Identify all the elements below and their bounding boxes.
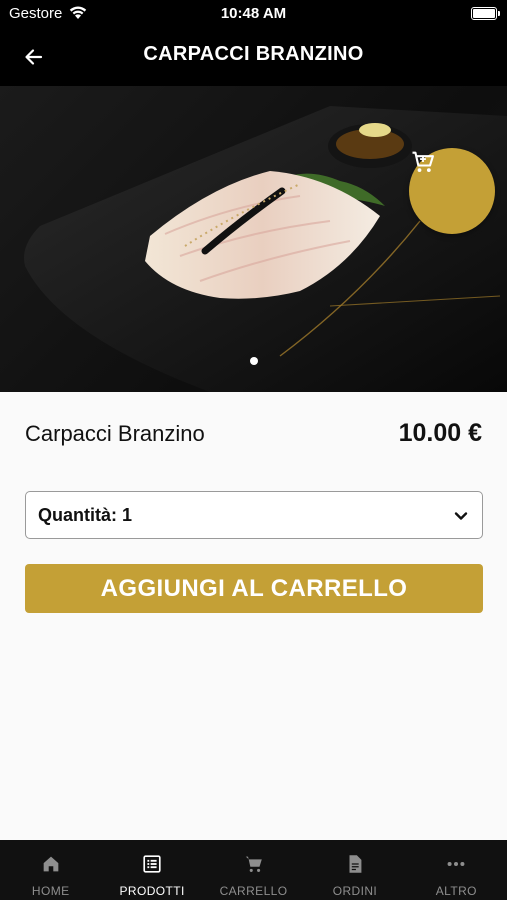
tab-home[interactable]: HOME (0, 840, 101, 900)
tab-altro[interactable]: ALTRO (406, 840, 507, 900)
product-photo (24, 106, 507, 392)
carousel-dot-active[interactable] (249, 357, 258, 365)
tab-label: CARRELLO (219, 884, 288, 898)
tab-label: ALTRO (435, 884, 477, 898)
product-price: 10.00 € (398, 419, 482, 447)
tab-label: HOME (31, 884, 70, 898)
home-icon (40, 853, 62, 878)
tab-label: ORDINI (332, 884, 378, 898)
add-to-cart-button[interactable]: AGGIUNGI AL CARRELLO (25, 564, 483, 613)
chevron-down-icon (451, 506, 471, 531)
carousel-pagination (0, 352, 507, 370)
page-title: CARPACCI BRANZINO (143, 43, 364, 65)
list-icon (141, 853, 163, 878)
cart-icon (412, 151, 434, 173)
document-icon (344, 853, 366, 878)
cart-icon (243, 853, 265, 878)
tab-carrello[interactable]: CARRELLO (203, 840, 304, 900)
product-name: Carpacci Branzino (25, 421, 205, 446)
tab-ordini[interactable]: ORDINI (304, 840, 405, 900)
clock-time: 10:48 AM (220, 5, 287, 22)
more-icon (445, 853, 467, 878)
cart-fab-button[interactable] (409, 148, 495, 234)
status-bar: Gestore 10:48 AM (0, 0, 507, 28)
quantity-value: Quantità: 1 (38, 505, 133, 525)
battery-icon (471, 7, 500, 20)
tab-bar: HOME PRODOTTI CARRELLO ORDINI ALTRO (0, 840, 507, 900)
quantity-select[interactable]: Quantità: 1 (25, 491, 483, 539)
product-image-carousel[interactable] (0, 86, 507, 392)
tab-prodotti[interactable]: PRODOTTI (101, 840, 202, 900)
app-header: CARPACCI BRANZINO (0, 28, 507, 86)
tab-label: PRODOTTI (119, 884, 185, 898)
